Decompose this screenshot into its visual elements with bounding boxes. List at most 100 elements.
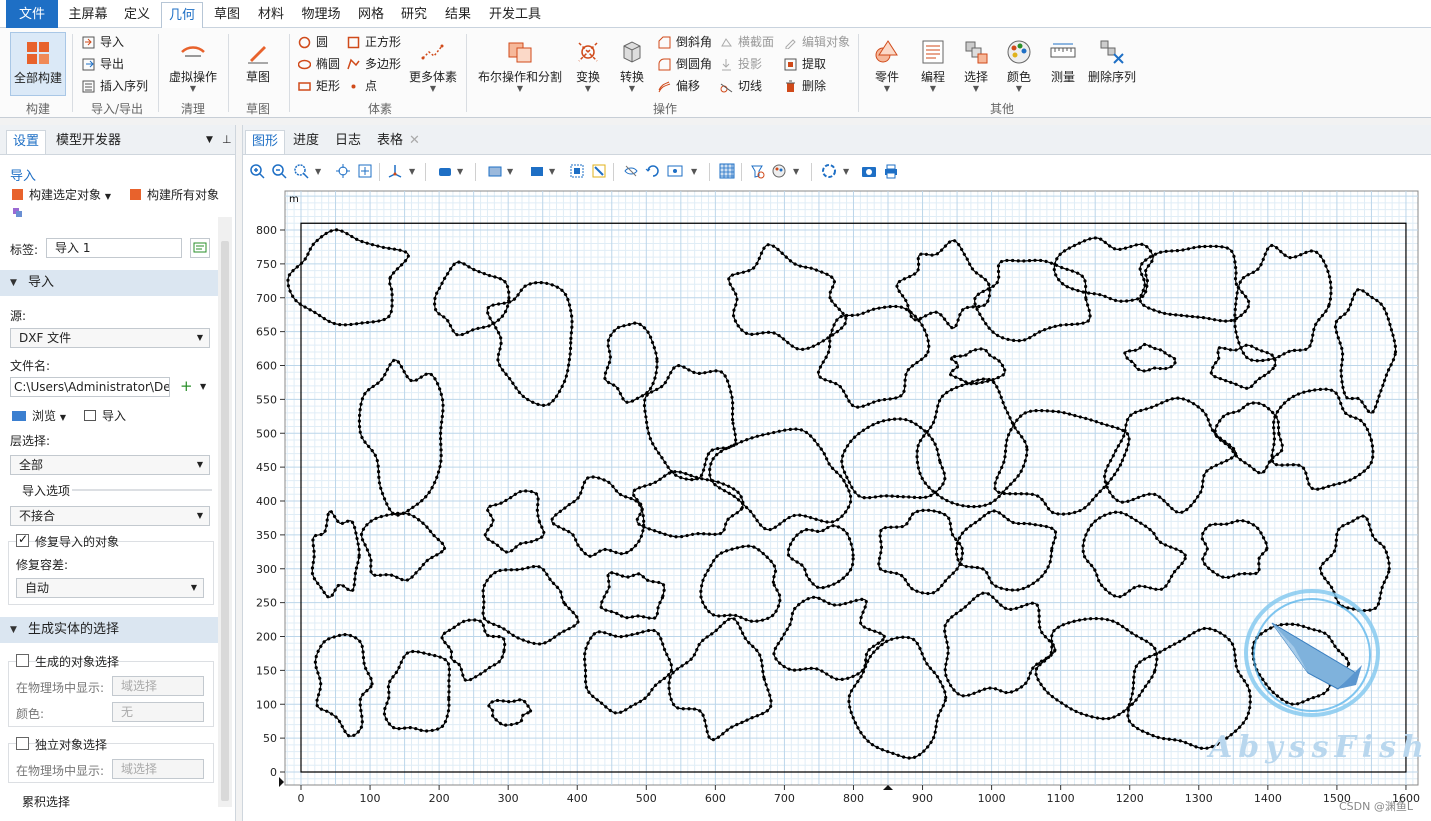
chevron-down-icon[interactable]: ▼ [793,167,799,176]
layers-icon[interactable] [12,207,24,219]
zoom-box-icon[interactable] [293,163,309,179]
close-icon[interactable]: ✕ [409,133,420,148]
menu-materials[interactable]: 材料 [252,0,290,28]
tab-table[interactable]: 表格 ✕ [371,130,426,154]
chamfer-button[interactable]: 倒斜角 [658,32,712,52]
show-in-physics-select[interactable]: 域选择 [112,676,204,696]
menu-geometry[interactable]: 几何 [161,2,203,29]
selections-button[interactable]: 选择 ▼ [953,32,999,93]
menu-mesh[interactable]: 网格 [352,0,390,28]
chevron-down-icon[interactable]: ▼ [409,167,415,176]
convert-button[interactable]: 转换 ▼ [610,32,654,93]
add-icon[interactable]: + [180,377,193,395]
hide-icon[interactable] [623,163,639,179]
build-all-objects-button[interactable]: 构建所有对象 [130,186,219,203]
chevron-down-icon[interactable]: ▼ [200,382,206,391]
zoom-extents-icon[interactable] [357,163,373,179]
color-select[interactable]: 无 [112,702,204,722]
label-note-icon[interactable] [190,238,210,258]
panel-scrollbar[interactable] [218,217,232,807]
menu-file[interactable]: 文件 [6,0,58,28]
chevron-down-icon[interactable]: ▼ [691,167,697,176]
tab-graphics[interactable]: 图形 [245,130,286,154]
parts-button[interactable]: 零件 ▼ [862,32,912,93]
tangent-button[interactable]: 切线 [720,76,762,96]
layer-select[interactable]: 全部 ▼ [10,455,210,475]
sketch-button[interactable]: 草图 [228,32,288,85]
polygon-button[interactable]: 多边形 [347,54,401,74]
independent-selection-checkbox[interactable] [16,737,29,750]
filename-input[interactable]: C:\Users\Administrator\Des [10,377,170,397]
measure-button[interactable]: 测量 [1040,32,1086,85]
delete-sequence-button[interactable]: 删除序列 [1084,32,1140,85]
menu-definitions[interactable]: 定义 [118,0,156,28]
repair-checkbox[interactable] [16,532,29,547]
generated-selection-checkbox[interactable] [16,654,29,667]
circle-button[interactable]: 圆 [298,32,328,52]
tab-progress[interactable]: 进度 [287,130,325,154]
chevron-down-icon[interactable]: ▼ [315,167,321,176]
import-button[interactable]: 导入 [82,32,124,52]
more-primitives-button[interactable]: 更多体素 ▼ [404,32,462,93]
render-mode-icon[interactable] [437,163,453,179]
import-options-select[interactable]: 不接合 ▼ [10,506,210,526]
cross-section-button[interactable]: 横截面 [720,32,774,52]
extract-button[interactable]: 提取 [784,54,826,74]
ellipse-button[interactable]: 椭圆 [298,54,340,74]
repair-tol-select[interactable]: 自动 ▼ [16,578,204,598]
boolean-partition-button[interactable]: 布尔操作和分割 ▼ [475,32,565,93]
color-render-icon[interactable] [771,163,787,179]
zoom-out-icon[interactable] [271,163,287,179]
zoom-in-icon[interactable] [249,163,265,179]
section-import-header[interactable]: ▼ 导入 [0,270,218,296]
edit-object-button[interactable]: 编辑对象 [784,32,850,52]
clear-selection-icon[interactable] [749,163,765,179]
axes-icon[interactable] [387,163,403,179]
pin-icon[interactable]: ⊥ [222,133,232,146]
chevron-down-icon[interactable]: ▼ [507,167,513,176]
rectangle-button[interactable]: 矩形 [298,76,340,96]
chevron-down-icon[interactable]: ▼ [206,135,213,145]
select-domain-icon[interactable] [529,163,545,179]
reset-hiding-icon[interactable] [645,163,661,179]
tab-settings[interactable]: 设置 [6,130,47,154]
colors-button[interactable]: 颜色 ▼ [996,32,1042,93]
tab-model-builder[interactable]: 模型开发器 [50,130,127,154]
grid-toggle-icon[interactable] [719,163,735,179]
source-select[interactable]: DXF 文件 ▼ [10,328,210,348]
fillet-button[interactable]: 倒圆角 [658,54,712,74]
delete-button[interactable]: 删除 [784,76,826,96]
insert-sequence-button[interactable]: 插入序列 [82,76,148,96]
chevron-down-icon[interactable]: ▼ [843,167,849,176]
tab-log[interactable]: 日志 [329,130,367,154]
menu-study[interactable]: 研究 [395,0,433,28]
transform-button[interactable]: 变换 ▼ [565,32,611,93]
section-selections-header[interactable]: ▼ 生成实体的选择 [0,617,218,643]
square-button[interactable]: 正方形 [347,32,401,52]
zoom-selection-icon[interactable] [335,163,351,179]
select-objects-icon[interactable] [487,163,503,179]
import-file-button[interactable]: 导入 [84,407,126,424]
select-all-icon[interactable] [591,163,607,179]
virtual-ops-button[interactable]: 虚拟操作 ▼ [163,32,223,93]
menu-home[interactable]: 主屏幕 [64,0,112,28]
chevron-down-icon[interactable]: ▼ [457,167,463,176]
label-input[interactable]: 导入 1 [46,238,182,258]
chevron-down-icon[interactable]: ▼ [549,167,555,176]
camera-icon[interactable] [861,163,877,179]
menu-results[interactable]: 结果 [439,0,477,28]
build-selected-button[interactable]: 构建选定对象 ▼ [12,186,111,203]
scene-light-icon[interactable] [821,163,837,179]
menu-developer[interactable]: 开发工具 [484,0,546,28]
show-in-physics-select-2[interactable]: 域选择 [112,759,204,779]
view-icon[interactable] [667,163,683,179]
browse-button[interactable]: 浏览 ▼ [12,407,66,424]
menu-physics[interactable]: 物理场 [296,0,346,28]
build-all-button[interactable]: 全部构建 [10,32,66,96]
offset-button[interactable]: 偏移 [658,76,700,96]
projection-button[interactable]: 投影 [720,54,762,74]
menu-sketch[interactable]: 草图 [208,0,246,28]
box-select-icon[interactable] [569,163,585,179]
programming-button[interactable]: 编程 ▼ [910,32,956,93]
export-button[interactable]: 导出 [82,54,124,74]
